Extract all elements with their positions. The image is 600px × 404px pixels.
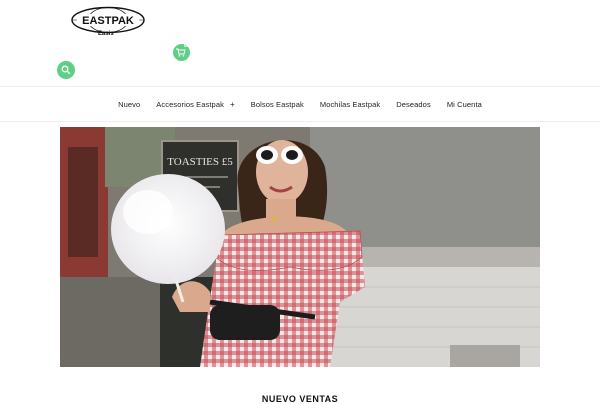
nav-item-mochilas[interactable]: Mochilas Eastpak bbox=[312, 100, 388, 109]
chalkboard-text: TOASTIES £5 bbox=[167, 156, 233, 168]
hero-photo: TOASTIES £5 bbox=[60, 127, 540, 367]
nav-item-label: Mochilas Eastpak bbox=[319, 99, 381, 109]
nav-item-label: Accesorios Eastpak bbox=[156, 99, 224, 109]
nav-item-label: Deseados bbox=[396, 99, 431, 109]
nav-item-label: Bolsos Eastpak bbox=[250, 99, 304, 109]
main-nav: Nuevo Accesorios Eastpak + Bolsos Eastpak… bbox=[0, 86, 600, 122]
nav-item-deseados[interactable]: Deseados bbox=[388, 100, 439, 109]
logo-subtitle: Easis bbox=[98, 31, 114, 37]
hero-banner[interactable]: TOASTIES £5 bbox=[60, 127, 540, 367]
submenu-plus-icon[interactable]: + bbox=[230, 100, 235, 109]
search-button[interactable] bbox=[57, 61, 75, 79]
nav-item-nuevo[interactable]: Nuevo bbox=[110, 100, 148, 109]
cart-button[interactable] bbox=[173, 44, 190, 61]
section-title: NUEVO VENTAS bbox=[261, 394, 339, 404]
search-icon bbox=[61, 65, 71, 75]
cart-count-badge: 0 bbox=[184, 43, 188, 49]
logo-text: EASTPAK bbox=[82, 15, 134, 27]
nav-item-label: Mi Cuenta bbox=[446, 99, 482, 109]
nav-item-label: Nuevo bbox=[118, 99, 141, 109]
nav-item-mi-cuenta[interactable]: Mi Cuenta bbox=[439, 100, 490, 109]
nav-item-bolsos[interactable]: Bolsos Eastpak bbox=[243, 100, 312, 109]
nav-item-accesorios[interactable]: Accesorios Eastpak + bbox=[148, 100, 242, 109]
cart-icon bbox=[176, 48, 186, 57]
